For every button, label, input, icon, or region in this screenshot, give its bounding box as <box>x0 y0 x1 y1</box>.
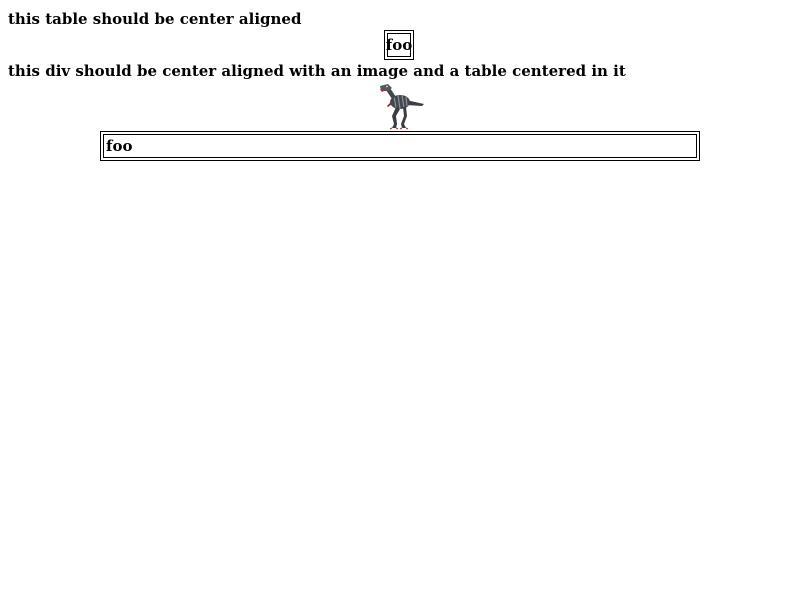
wide-table-cell: foo <box>103 134 697 158</box>
caption-table-centered: this table should be center aligned <box>8 10 302 28</box>
caption-div-centered: this div should be center aligned with a… <box>8 62 626 80</box>
centered-small-table: foo <box>384 30 414 60</box>
centered-wide-table: foo <box>100 131 700 161</box>
dinosaur-image <box>380 84 424 130</box>
small-table-cell: foo <box>386 33 412 57</box>
